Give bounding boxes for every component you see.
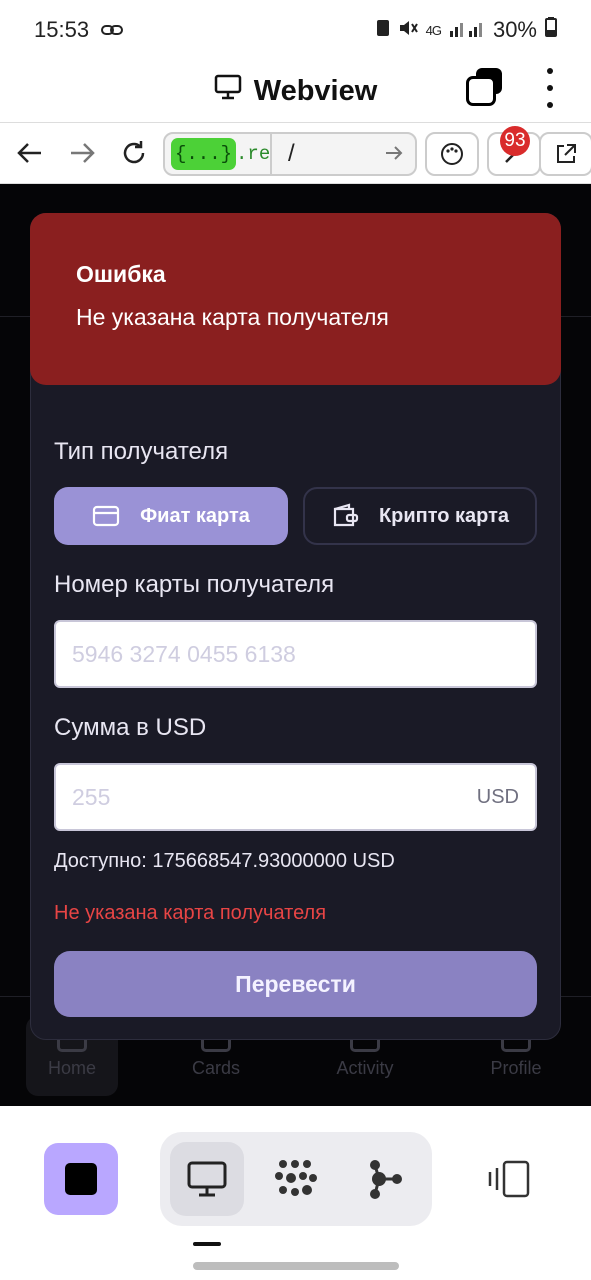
amount-placeholder: 255 [72, 783, 111, 810]
open-external-button[interactable] [539, 132, 591, 176]
battery-icon [545, 17, 557, 43]
transfer-button[interactable]: Перевести [54, 951, 537, 1017]
error-toast: Ошибка Не указана карта получателя [30, 213, 561, 385]
palette-button[interactable] [425, 132, 479, 176]
validation-error: Не указана карта получателя [54, 902, 327, 924]
arrow-right-icon [71, 143, 95, 163]
battery-level: 30% [492, 17, 537, 42]
more-dot [547, 102, 553, 108]
desktop-view-button[interactable] [170, 1142, 244, 1216]
reload-button[interactable] [116, 135, 152, 171]
tabs-icon [466, 76, 496, 106]
home-indicator[interactable] [193, 1262, 399, 1270]
link-icon [101, 17, 124, 43]
notification-badge: 93 [500, 126, 530, 156]
arrow-left-icon [17, 143, 41, 163]
crypto-card-option[interactable]: Крипто карта [303, 487, 537, 545]
fiat-card-option[interactable]: Фиат карта [54, 487, 288, 545]
nav-cards-label: Cards [191, 1058, 240, 1078]
reload-icon [123, 141, 145, 164]
external-link-icon [557, 144, 576, 163]
monitor-icon [214, 74, 242, 108]
monitor-icon [187, 1161, 227, 1197]
url-host: .rep [236, 143, 271, 165]
nav-home-label: Home [47, 1058, 96, 1078]
toast-title: Ошибка [76, 261, 166, 287]
url-chip: {...} [171, 138, 237, 170]
mute-icon [398, 17, 418, 43]
url-input[interactable]: {...} .rep / [163, 132, 417, 176]
crypto-card-label: Крипто карта [378, 504, 510, 527]
bottom-app-bar [0, 1106, 591, 1280]
amount-input[interactable]: 255 USD [54, 763, 537, 831]
app-title-bar: Webview [0, 60, 591, 122]
card-icon [92, 505, 120, 527]
status-time: 15:53 [34, 17, 90, 42]
split-screen-button[interactable] [486, 1160, 532, 1200]
available-balance: Доступно: 175668547.93000000 USD [54, 850, 395, 872]
signal-icon [449, 17, 485, 43]
nav-profile-label: Profile [490, 1058, 542, 1078]
tabs-button[interactable] [466, 68, 504, 106]
url-divider [270, 134, 273, 174]
recipient-type-label: Тип получателя [54, 438, 229, 465]
dots-cluster-icon [275, 1160, 317, 1196]
view-mode-group [160, 1132, 432, 1226]
card-number-label: Номер карты получателя [54, 571, 335, 598]
fiat-card-label: Фиат карта [140, 504, 250, 527]
go-arrow-icon[interactable] [385, 141, 403, 167]
stop-button[interactable] [44, 1143, 118, 1215]
wallet-icon [333, 503, 359, 527]
split-screen-icon [488, 1160, 530, 1198]
toast-message: Не указана карта получателя [76, 304, 389, 330]
app-title: Webview [214, 74, 378, 108]
status-bar: 15:53 4G 30% [0, 0, 591, 60]
network-type: 4G [425, 22, 442, 38]
url-path: / [288, 140, 295, 167]
sync-icon [376, 17, 390, 43]
graph-view-button[interactable] [348, 1142, 422, 1216]
network-view-button[interactable] [259, 1142, 333, 1216]
app-title-text: Webview [253, 74, 378, 107]
amount-currency-suffix: USD [476, 785, 519, 808]
palette-icon [441, 143, 463, 165]
back-button[interactable] [12, 135, 48, 171]
nav-activity-label: Activity [336, 1058, 394, 1078]
more-menu-button[interactable] [537, 68, 563, 108]
more-dot [547, 68, 553, 74]
card-number-input[interactable]: 5946 3274 0455 6138 [54, 620, 537, 688]
share-graph-icon [370, 1160, 402, 1199]
selected-indicator [193, 1242, 221, 1246]
stop-icon [65, 1163, 97, 1195]
screen: 15:53 4G 30% Webview {...} .re / 93 Home… [0, 0, 591, 1280]
more-dot [547, 85, 553, 91]
card-number-placeholder: 5946 3274 0455 6138 [72, 640, 296, 667]
amount-label: Сумма в USD [54, 714, 207, 741]
forward-button[interactable] [64, 135, 100, 171]
